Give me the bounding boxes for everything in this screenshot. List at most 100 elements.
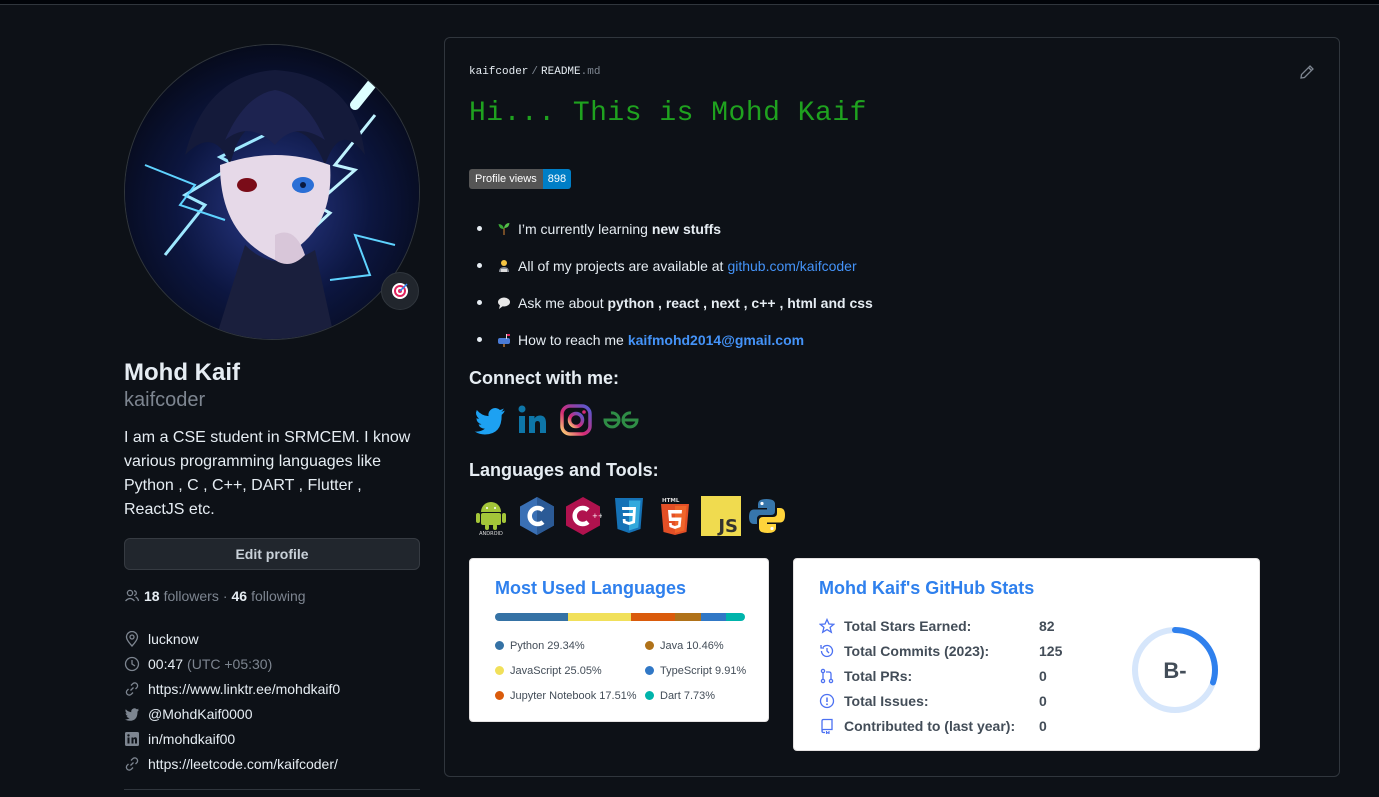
css3-icon[interactable] xyxy=(609,496,649,536)
readme-breadcrumb: kaifcoder / README.md xyxy=(469,66,601,78)
twitter-icon xyxy=(124,707,139,721)
issue-icon xyxy=(819,693,835,709)
linkedin-item[interactable]: in/mohdkaif00 xyxy=(124,726,420,751)
svg-text:ANDROID: ANDROID xyxy=(479,531,503,536)
edit-profile-button[interactable]: Edit profile xyxy=(124,538,420,570)
leetcode-item[interactable]: https://leetcode.com/kaifcoder/ xyxy=(124,751,420,776)
javascript-icon[interactable]: JS xyxy=(701,496,741,536)
location-item: lucknow xyxy=(124,626,420,651)
tools-heading: Languages and Tools: xyxy=(469,460,659,480)
tool-icons: ANDROID ++ HTML JS xyxy=(471,496,787,536)
following-count: 46 xyxy=(231,588,248,604)
language-legend-item: Python 29.34% xyxy=(495,637,645,654)
localtime-text: 00:47 xyxy=(148,655,184,672)
linkedin-icon[interactable] xyxy=(515,402,551,443)
geeksforgeeks-icon[interactable] xyxy=(601,405,641,440)
technologist-icon xyxy=(496,258,512,274)
stats-card-title: Mohd Kaif's GitHub Stats xyxy=(819,578,1035,598)
language-legend-label: TypeScript 9.91% xyxy=(660,664,747,677)
stats-value: 82 xyxy=(1039,617,1055,634)
stats-row: Total Stars Earned: 82 xyxy=(819,613,1062,638)
language-color-dot xyxy=(495,666,504,675)
link-icon xyxy=(125,756,139,771)
speech-bubble-icon xyxy=(496,295,512,311)
language-bar-segment xyxy=(495,613,569,621)
language-color-dot xyxy=(645,666,654,675)
followers-count: 18 xyxy=(144,588,160,604)
follow-stats: 18 followers · 46 following xyxy=(124,588,420,604)
location-icon xyxy=(125,630,139,647)
followers-link[interactable]: 18 followers xyxy=(144,588,219,604)
stats-label: Total Stars Earned: xyxy=(844,617,972,634)
github-stats-card[interactable]: Mohd Kaif's GitHub Stats Total Stars Ear… xyxy=(793,558,1260,751)
bullet-text: All of my projects are available at xyxy=(518,257,724,274)
instagram-icon[interactable] xyxy=(559,403,593,442)
followers-label: followers xyxy=(163,588,219,604)
svg-text:HTML: HTML xyxy=(662,498,680,504)
readme-card: kaifcoder / README.md Hi... This is Mohd K… xyxy=(444,37,1340,777)
language-legend-item: TypeScript 9.91% xyxy=(645,662,755,679)
language-legend-label: JavaScript 25.05% xyxy=(510,664,602,677)
android-icon[interactable]: ANDROID xyxy=(471,496,511,536)
languages-card-title: Most Used Languages xyxy=(495,578,687,598)
website-link[interactable]: https://www.linktr.ee/mohdkaif0 xyxy=(148,681,340,697)
profile-details: lucknow 00:47 (UTC +05:30) https://www.l… xyxy=(124,626,420,776)
github-profile-link[interactable]: github.com/kaifcoder xyxy=(727,258,856,274)
stats-value: 0 xyxy=(1039,717,1047,734)
target-emoji-icon xyxy=(392,283,408,299)
most-used-languages-card[interactable]: Most Used Languages Python 29.34% Java 10… xyxy=(469,558,769,722)
profile-views-badge: Profile views 898 xyxy=(469,169,572,189)
language-color-dot xyxy=(645,691,654,700)
languages-bar xyxy=(495,613,745,621)
html5-icon[interactable]: HTML xyxy=(655,496,695,536)
avatar-container xyxy=(124,44,420,340)
language-bar-segment xyxy=(700,613,726,621)
readme-heading: Hi... This is Mohd Kaif xyxy=(469,98,867,129)
leetcode-link[interactable]: https://leetcode.com/kaifcoder/ xyxy=(148,756,338,772)
linkedin-icon xyxy=(125,731,139,746)
stats-value: 0 xyxy=(1039,667,1047,684)
readme-file-ext: .md xyxy=(580,66,601,78)
bullet-text: Ask me about xyxy=(518,294,604,311)
stats-label: Total PRs: xyxy=(844,667,913,684)
stats-row: Contributed to (last year): 0 xyxy=(819,713,1062,738)
timezone-text: (UTC +05:30) xyxy=(187,655,273,672)
avatar[interactable] xyxy=(124,44,420,340)
language-bar-segment xyxy=(568,613,631,621)
sidebar-divider xyxy=(124,789,420,790)
readme-bullet-list: I’m currently learning new stuffs All of… xyxy=(477,210,873,358)
people-icon xyxy=(125,589,140,602)
c-icon[interactable] xyxy=(517,496,557,536)
rank-circle: B- xyxy=(1132,627,1218,713)
cplusplus-icon[interactable]: ++ xyxy=(563,496,603,536)
following-label: following xyxy=(251,588,306,604)
location-text: lucknow xyxy=(148,630,199,647)
stats-value: 0 xyxy=(1039,692,1047,709)
list-item: Ask me about python , react , next , c++… xyxy=(477,284,873,321)
readme-file-name[interactable]: README xyxy=(541,66,581,78)
localtime-item: 00:47 (UTC +05:30) xyxy=(124,651,420,676)
twitter-item[interactable]: @MohdKaif0000 xyxy=(124,701,420,726)
twitter-link[interactable]: @MohdKaif0000 xyxy=(148,706,253,722)
set-status-button[interactable] xyxy=(381,272,419,310)
stats-label: Total Commits (2023): xyxy=(844,642,990,659)
following-link[interactable]: 46 following xyxy=(232,588,306,604)
star-icon xyxy=(819,617,835,634)
python-icon[interactable] xyxy=(747,496,787,536)
language-legend-label: Java 10.46% xyxy=(660,639,724,652)
bullet-bold: new stuffs xyxy=(651,220,722,237)
header-bar xyxy=(0,0,1379,5)
list-item: I’m currently learning new stuffs xyxy=(477,210,873,247)
readme-owner-link[interactable]: kaifcoder xyxy=(469,66,528,78)
mailbox-icon xyxy=(496,332,512,348)
seedling-icon xyxy=(496,221,512,237)
profile-bio: I am a CSE student in SRMCEM. I know var… xyxy=(124,429,411,518)
language-color-dot xyxy=(495,691,504,700)
linkedin-link[interactable]: in/mohdkaif00 xyxy=(148,731,235,747)
language-legend-label: Python 29.34% xyxy=(510,639,585,652)
twitter-icon[interactable] xyxy=(473,403,507,442)
clock-icon xyxy=(124,656,140,671)
website-item[interactable]: https://www.linktr.ee/mohdkaif0 xyxy=(124,676,420,701)
edit-readme-button[interactable] xyxy=(1299,64,1315,85)
email-link[interactable]: kaifmohd2014@gmail.com xyxy=(628,332,804,348)
